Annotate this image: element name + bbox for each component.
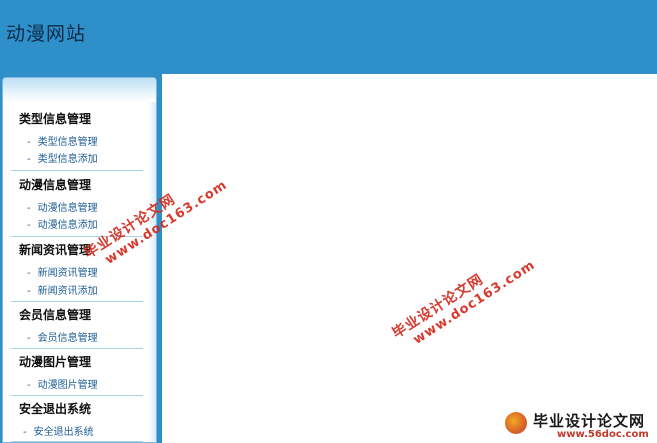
menu-item-anime-manage[interactable]: - 动漫信息管理 — [27, 199, 98, 214]
dash-icon: - — [27, 380, 31, 391]
dash-icon: - — [27, 137, 31, 148]
group-title: 动漫图片管理 — [19, 355, 92, 369]
menu-item-label: 动漫信息添加 — [37, 220, 98, 231]
brand-name: 毕业设计论文网 — [533, 412, 646, 430]
menu-separator — [11, 170, 143, 171]
menu-item-anime-add[interactable]: - 动漫信息添加 — [27, 216, 98, 231]
menu-separator — [11, 348, 143, 349]
menu-item-label: 类型信息管理 — [37, 137, 98, 148]
header: 动漫网站 — [0, 0, 657, 74]
menu-item-label: 新闻资讯管理 — [37, 268, 98, 279]
menu-item-news-add[interactable]: - 新闻资讯添加 — [27, 282, 98, 297]
menu-item-logout[interactable]: - 安全退出系统 — [23, 423, 94, 438]
main-content-area — [162, 74, 657, 443]
menu-item-label: 动漫信息管理 — [37, 203, 98, 214]
menu-item-label: 会员信息管理 — [37, 333, 98, 344]
group-title: 动漫信息管理 — [19, 178, 92, 192]
site-title: 动漫网站 — [6, 23, 87, 45]
group-title: 安全退出系统 — [19, 402, 92, 416]
dash-icon: - — [27, 154, 31, 165]
menu-item-type-manage[interactable]: - 类型信息管理 — [27, 133, 98, 148]
dash-icon: - — [27, 203, 31, 214]
menu-separator — [11, 301, 143, 302]
page: 动漫网站 类型信息管理 - 类型信息管理 - 类型信息添加 动漫信息管理 - 动漫信息… — [0, 0, 657, 443]
group-title: 类型信息管理 — [19, 112, 92, 126]
sidebar-menu: 类型信息管理 - 类型信息管理 - 类型信息添加 动漫信息管理 - 动漫信息管理 -动… — [2, 77, 157, 443]
menu-item-news-manage[interactable]: - 新闻资讯管理 — [27, 264, 98, 279]
sidebar-shadow — [148, 102, 156, 442]
menu-separator — [11, 441, 143, 442]
menu-item-label: 动漫图片管理 — [37, 380, 98, 391]
menu-item-member-manage[interactable]: - 会员信息管理 — [27, 329, 98, 344]
dash-icon: - — [27, 286, 31, 297]
dash-icon: - — [27, 333, 31, 344]
group-title: 新闻资讯管理 — [19, 243, 92, 257]
group-title: 会员信息管理 — [19, 308, 92, 322]
brand-watermark: 毕业设计论文网 www.56doc.com — [497, 410, 657, 443]
brand-logo-icon — [505, 412, 527, 434]
dash-icon: - — [27, 220, 31, 231]
dash-icon: - — [23, 427, 27, 438]
menu-item-label: 安全退出系统 — [33, 427, 94, 438]
menu-item-label: 新闻资讯添加 — [37, 286, 98, 297]
sidebar-header — [3, 78, 156, 102]
menu-item-label: 类型信息添加 — [37, 154, 98, 165]
menu-item-image-manage[interactable]: - 动漫图片管理 — [27, 376, 98, 391]
dash-icon: - — [27, 268, 31, 279]
menu-item-type-add[interactable]: - 类型信息添加 — [27, 150, 98, 165]
brand-url: www.56doc.com — [557, 429, 649, 440]
menu-separator — [11, 395, 143, 396]
